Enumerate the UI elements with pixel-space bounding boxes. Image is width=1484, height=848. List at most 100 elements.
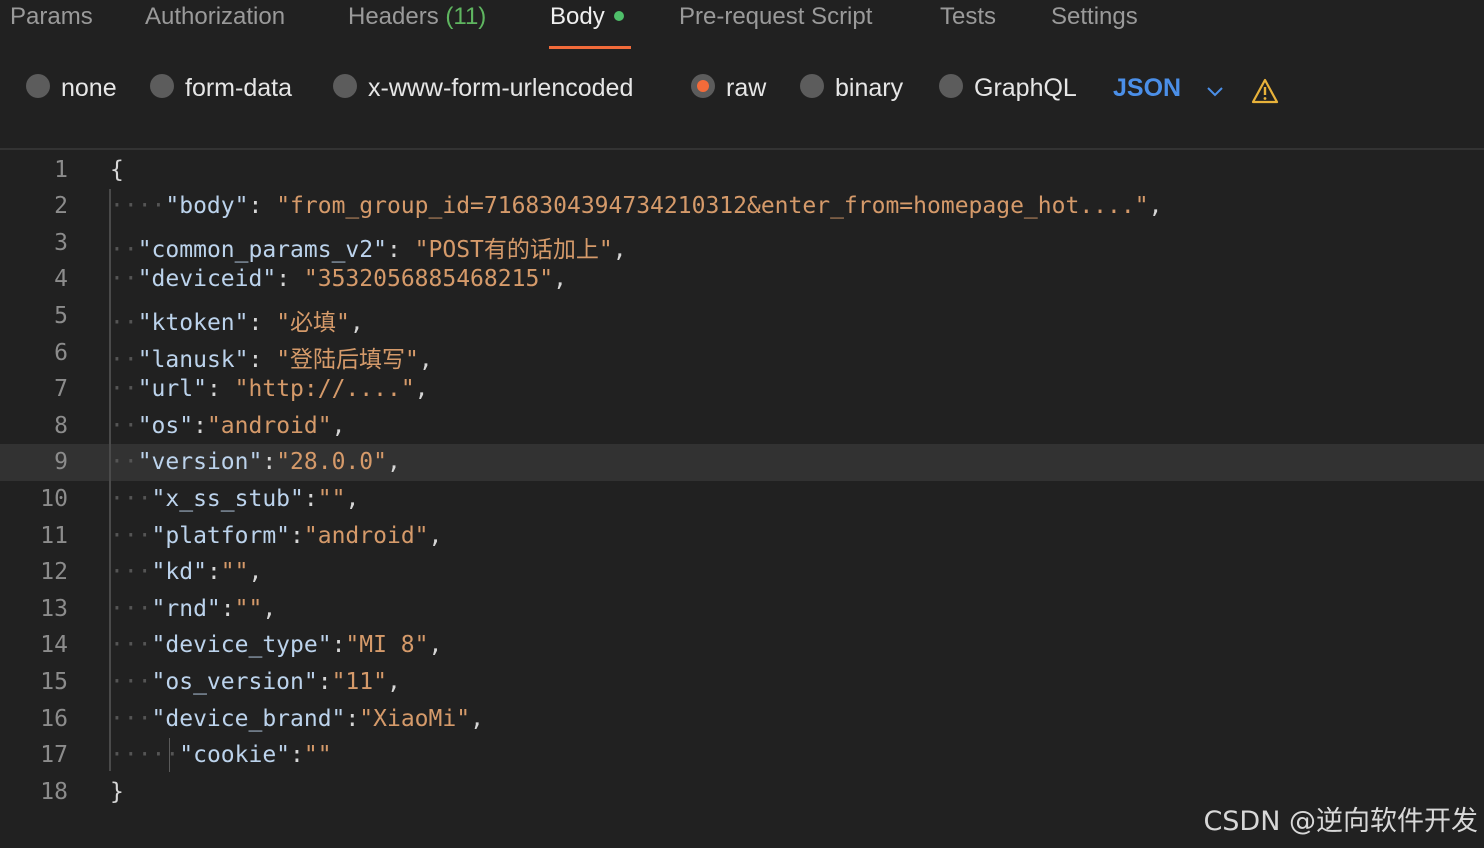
body-status-dot bbox=[613, 10, 624, 21]
radio-icon bbox=[800, 74, 824, 99]
code-line[interactable]: 5 ··"ktoken": "必填", bbox=[0, 298, 1484, 337]
tab-pre-request-script[interactable]: Pre-request Script bbox=[679, 3, 872, 31]
json-separator: : bbox=[248, 346, 277, 373]
code-line[interactable]: 10 ···"x_ss_stub":"", bbox=[0, 481, 1484, 518]
code-text: ··"ktoken": "必填", bbox=[110, 303, 364, 337]
indent-whitespace: ··· bbox=[110, 559, 152, 586]
line-number: 12 bbox=[40, 559, 68, 586]
tab-authorization-label: Authorization bbox=[145, 3, 286, 30]
radio-graphql[interactable]: GraphQL bbox=[939, 74, 1077, 103]
warning-triangle-icon[interactable] bbox=[1251, 78, 1279, 104]
line-number: 9 bbox=[54, 449, 68, 476]
json-punctuation: , bbox=[1148, 193, 1163, 220]
tab-body[interactable]: Body bbox=[550, 3, 624, 31]
json-key: "url" bbox=[137, 376, 207, 403]
json-punctuation: , bbox=[612, 236, 627, 263]
line-number: 3 bbox=[54, 229, 68, 256]
code-line[interactable]: 8 ··"os":"android", bbox=[0, 408, 1484, 445]
json-separator: : bbox=[386, 236, 415, 263]
json-value: "必填" bbox=[276, 309, 350, 336]
code-text: ···"rnd":"", bbox=[110, 596, 276, 622]
line-number: 6 bbox=[54, 339, 68, 366]
code-text: ·····"cookie":"" bbox=[110, 742, 332, 768]
chevron-down-icon[interactable] bbox=[1204, 80, 1226, 102]
json-separator: : bbox=[317, 668, 332, 695]
json-separator: : bbox=[206, 559, 221, 586]
tab-params[interactable]: Params bbox=[10, 3, 93, 31]
radio-form-data[interactable]: form-data bbox=[150, 74, 292, 103]
tab-headers[interactable]: Headers (11) bbox=[348, 3, 486, 31]
indent-whitespace: ··· bbox=[110, 668, 152, 695]
json-value: "" bbox=[317, 485, 346, 512]
json-value: "11" bbox=[331, 668, 387, 695]
line-number: 5 bbox=[54, 302, 68, 329]
code-line[interactable]: 16 ···"device_brand":"XiaoMi", bbox=[0, 701, 1484, 738]
code-text: ··"deviceid": "3532056885468215", bbox=[110, 266, 567, 292]
line-number: 1 bbox=[54, 156, 68, 183]
code-line[interactable]: 9 ··"version":"28.0.0", bbox=[0, 444, 1484, 481]
radio-none[interactable]: none bbox=[26, 74, 117, 103]
json-key: "cookie" bbox=[179, 742, 291, 769]
radio-icon bbox=[26, 74, 50, 99]
divider bbox=[0, 148, 1484, 150]
code-line[interactable]: 17 ·····"cookie":"" bbox=[0, 737, 1484, 774]
json-value: "http://...." bbox=[234, 376, 415, 403]
indent-whitespace: ··· bbox=[110, 595, 152, 622]
json-value: "" bbox=[220, 559, 249, 586]
json-separator: : bbox=[220, 595, 235, 622]
code-line[interactable]: 4 ··"deviceid": "3532056885468215", bbox=[0, 261, 1484, 298]
json-value: "" bbox=[234, 595, 263, 622]
radio-raw[interactable]: raw bbox=[691, 74, 766, 103]
json-separator: : bbox=[193, 412, 207, 439]
indent-whitespace: ·· bbox=[110, 412, 138, 439]
request-tabs: Params Authorization Headers (11) Body P… bbox=[0, 0, 1484, 50]
tab-body-label: Body bbox=[550, 3, 605, 30]
code-line[interactable]: 14 ···"device_type":"MI 8", bbox=[0, 627, 1484, 664]
code-line[interactable]: 1{ bbox=[0, 152, 1484, 189]
json-punctuation: , bbox=[470, 705, 484, 732]
radio-urlencoded-label: x-www-form-urlencoded bbox=[368, 74, 634, 102]
json-separator: : bbox=[303, 485, 318, 512]
json-punctuation: , bbox=[418, 346, 433, 373]
indent-guide bbox=[169, 738, 170, 772]
code-line[interactable]: 6 ··"lanusk": "登陆后填写", bbox=[0, 335, 1484, 373]
code-line[interactable]: 13 ···"rnd":"", bbox=[0, 591, 1484, 628]
code-line[interactable]: 3 ··"common_params_v2": "POST有的话加上", bbox=[0, 225, 1484, 263]
indent-whitespace: ·· bbox=[110, 376, 138, 403]
json-punctuation: } bbox=[110, 778, 124, 805]
json-punctuation: , bbox=[331, 412, 346, 439]
radio-x-www-form-urlencoded[interactable]: x-www-form-urlencoded bbox=[333, 74, 633, 103]
json-key: "body" bbox=[165, 193, 249, 220]
json-punctuation: , bbox=[553, 266, 567, 293]
json-punctuation: , bbox=[428, 522, 443, 549]
code-line[interactable]: 12 ···"kd":"", bbox=[0, 554, 1484, 591]
line-number: 8 bbox=[54, 412, 68, 439]
radio-binary[interactable]: binary bbox=[800, 74, 903, 103]
json-key: "x_ss_stub" bbox=[151, 485, 304, 512]
code-text: ··"url": "http://....", bbox=[110, 376, 429, 402]
json-value: "android" bbox=[303, 522, 429, 549]
code-line[interactable]: 11 ···"platform":"android", bbox=[0, 518, 1484, 555]
code-text: ···"platform":"android", bbox=[110, 523, 442, 549]
code-text: ··"os":"android", bbox=[110, 413, 345, 439]
line-number: 2 bbox=[54, 193, 68, 220]
tab-tests[interactable]: Tests bbox=[940, 3, 996, 31]
code-text: ···"kd":"", bbox=[110, 559, 262, 585]
json-key: "os" bbox=[137, 412, 194, 439]
code-line[interactable]: 15 ···"os_version":"11", bbox=[0, 664, 1484, 701]
json-value: "XiaoMi" bbox=[359, 705, 471, 732]
code-text: ···"device_brand":"XiaoMi", bbox=[110, 706, 484, 732]
code-line[interactable]: 7 ··"url": "http://....", bbox=[0, 371, 1484, 408]
code-line[interactable]: 2 ····"body": "from_group_id=716830439473… bbox=[0, 188, 1484, 225]
json-separator: : bbox=[248, 309, 277, 336]
language-select[interactable]: JSON bbox=[1113, 74, 1181, 103]
tab-settings[interactable]: Settings bbox=[1051, 3, 1138, 31]
line-number: 15 bbox=[40, 668, 68, 695]
indent-whitespace: ·· bbox=[110, 309, 138, 336]
radio-form-data-label: form-data bbox=[185, 74, 292, 102]
code-editor[interactable]: 1{2 ····"body": "from_group_id=7168304394… bbox=[0, 151, 1484, 848]
indent-guide bbox=[109, 189, 111, 771]
json-punctuation: , bbox=[345, 485, 360, 512]
json-key: "platform" bbox=[151, 522, 291, 549]
tab-authorization[interactable]: Authorization bbox=[145, 3, 285, 31]
